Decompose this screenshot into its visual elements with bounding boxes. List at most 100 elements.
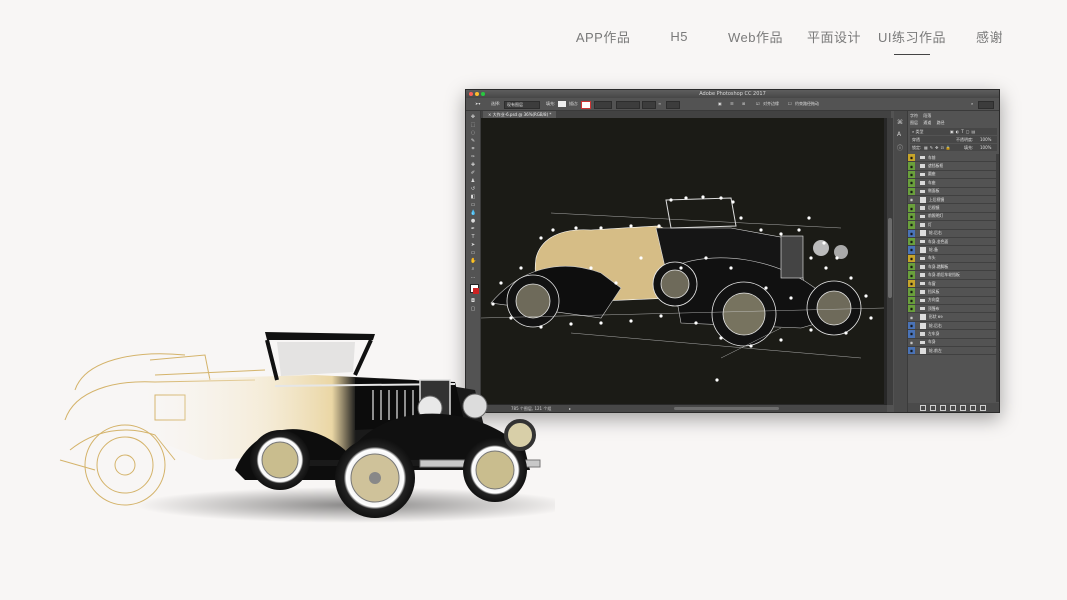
move-tool-icon[interactable]: ✥ (470, 115, 476, 120)
search-icon[interactable]: ⌕ (971, 98, 973, 110)
history-brush-tool-icon[interactable]: ↺ (470, 187, 476, 192)
visibility-eye-icon[interactable]: ◉ (908, 271, 915, 279)
tab-close-icon[interactable]: × (488, 112, 491, 117)
layer-row[interactable]: ◉ 轮-后右 (908, 321, 996, 331)
document-tab[interactable]: × 大作业-6.psd @ 36%(RGB/8) * (483, 111, 557, 118)
visibility-eye-icon[interactable]: ◉ (908, 321, 915, 330)
adjustment-layer-icon[interactable] (950, 405, 956, 411)
nav-item-graphic-design[interactable]: 平面设计 (807, 27, 861, 46)
visibility-eye-icon[interactable]: ◉ (908, 154, 915, 162)
close-window-button[interactable] (469, 92, 473, 96)
opacity-input[interactable]: 100% (980, 136, 991, 143)
character-panel-icon[interactable]: A (897, 131, 901, 138)
layer-row[interactable]: ◉ 侧面板 (908, 187, 996, 196)
visibility-eye-icon[interactable]: ◉ (908, 279, 915, 288)
layer-row[interactable]: ◉ 车身-踏脚板 (908, 263, 996, 272)
visibility-eye-icon[interactable]: ◉ (908, 346, 915, 355)
blend-mode-dropdown[interactable]: 穿透 (912, 136, 920, 143)
dodge-tool-icon[interactable]: ● (470, 219, 476, 224)
stroke-type-dropdown[interactable] (616, 101, 640, 109)
nav-item-app[interactable]: APP作品 (576, 27, 631, 46)
layer-row[interactable]: ◉ 车前 (908, 154, 996, 163)
eraser-tool-icon[interactable]: ◧ (470, 195, 476, 200)
layers-scrollbar[interactable] (996, 154, 999, 402)
layer-row[interactable]: ◉ 前照明灯 (908, 212, 996, 222)
path-select-tool-icon[interactable]: ➤ (470, 243, 476, 248)
marquee-tool-icon[interactable]: ⬚ (470, 123, 476, 128)
delete-layer-icon[interactable] (980, 405, 986, 411)
shape-tool-icon[interactable]: ▭ (470, 251, 476, 256)
hand-tool-icon[interactable]: ✋ (470, 259, 476, 264)
layer-row[interactable]: ◉ 轮-前左 (908, 346, 996, 356)
fill-swatch[interactable] (558, 101, 566, 107)
blur-tool-icon[interactable]: 💧 (470, 211, 476, 216)
visibility-eye-icon[interactable]: ◉ (908, 162, 915, 170)
layer-style-icon[interactable] (930, 405, 936, 411)
fill-input[interactable]: 100% (980, 144, 991, 151)
canvas-horizontal-scrollbar[interactable] (674, 407, 779, 410)
tab-paths[interactable]: 路径 (937, 120, 945, 125)
layer-row[interactable]: ◉ 上后视镜 (908, 195, 996, 205)
filter-icons[interactable]: ▣◐T▢▤ (950, 128, 977, 135)
layer-row[interactable]: ◉ 轮-后右 (908, 229, 996, 238)
layer-row[interactable]: ◉ 挡风板 (908, 288, 996, 297)
more-tools-icon[interactable]: … (470, 275, 476, 280)
status-arrow-icon[interactable]: ▸ (569, 405, 571, 412)
tab-paragraph[interactable]: 段落 (923, 113, 931, 118)
filter-kind-dropdown[interactable]: ⌕ 类型 (912, 128, 924, 135)
layer-row[interactable]: ◉ 灯 (908, 221, 996, 230)
history-panel-icon[interactable]: ⌘ (897, 119, 903, 126)
quick-mask-icon[interactable]: ◘ (470, 299, 476, 304)
quick-select-tool-icon[interactable]: ✎ (470, 139, 476, 144)
workspace-dropdown[interactable] (978, 101, 994, 109)
height-input[interactable] (666, 101, 680, 109)
pen-tool-icon[interactable]: ✒ (470, 227, 476, 232)
screen-mode-icon[interactable]: ▢ (470, 307, 476, 312)
scrollbar-thumb[interactable] (888, 218, 892, 298)
new-layer-icon[interactable] (970, 405, 976, 411)
visibility-eye-icon[interactable]: ◉ (908, 212, 915, 221)
new-group-icon[interactable] (960, 405, 966, 411)
add-mask-icon[interactable] (940, 405, 946, 411)
visibility-eye-icon[interactable]: ◉ (908, 296, 915, 305)
layer-row[interactable]: ◉ 遮挡板框 (908, 162, 996, 171)
layer-row[interactable]: ◉ 后视镜 (908, 204, 996, 213)
visibility-eye-icon[interactable]: ◉ (908, 195, 915, 204)
clone-stamp-tool-icon[interactable]: ♟ (470, 179, 476, 184)
layer-row[interactable]: ◉ 圆座 (908, 170, 996, 180)
move-tool-icon[interactable]: ➤▾ (475, 98, 480, 110)
layer-row[interactable]: ◉ 方向盘 (908, 296, 996, 306)
lock-icons[interactable]: ▦✎✥⊡🔒 (924, 144, 953, 151)
path-arrangement-icon[interactable]: ⊞ (742, 98, 745, 110)
stroke-width-input[interactable] (594, 101, 612, 109)
lasso-tool-icon[interactable]: ◌ (470, 131, 476, 136)
nav-item-web[interactable]: Web作品 (728, 27, 783, 46)
path-operations-icon[interactable]: ▣ (718, 98, 722, 110)
stroke-swatch[interactable] (581, 101, 591, 109)
visibility-eye-icon[interactable]: ◉ (908, 179, 915, 187)
minimize-window-button[interactable] (475, 92, 479, 96)
layer-row[interactable]: ◉ 车窗 (908, 279, 996, 289)
visibility-eye-icon[interactable]: ◉ (908, 338, 915, 346)
visibility-eye-icon[interactable]: ◉ (908, 313, 915, 321)
tab-layers[interactable]: 图层 (910, 120, 918, 125)
brush-tool-icon[interactable]: ✐ (470, 171, 476, 176)
visibility-eye-icon[interactable]: ◉ (908, 204, 915, 212)
visibility-eye-icon[interactable]: ◉ (908, 330, 915, 338)
visibility-eye-icon[interactable]: ◉ (908, 187, 915, 195)
visibility-eye-icon[interactable]: ◉ (908, 288, 915, 296)
layer-row[interactable]: ◉ 形状 69 (908, 313, 996, 322)
visibility-eye-icon[interactable]: ◉ (908, 170, 915, 179)
visibility-eye-icon[interactable]: ◉ (908, 229, 915, 237)
info-panel-icon[interactable]: ⓘ (897, 143, 903, 152)
nav-item-h5[interactable]: H5 (670, 29, 688, 44)
visibility-eye-icon[interactable]: ◉ (908, 246, 915, 254)
layer-row[interactable]: ◉ 顶篷布 (908, 305, 996, 314)
layer-row[interactable]: ◉ 车身 (908, 338, 996, 347)
visibility-eye-icon[interactable]: ◉ (908, 254, 915, 263)
layer-row[interactable]: ◉ 左车身 (908, 330, 996, 339)
nav-item-thanks[interactable]: 感谢 (976, 27, 1003, 46)
width-input[interactable] (642, 101, 656, 109)
link-icon[interactable]: ∞ (658, 98, 661, 110)
zoom-window-button[interactable] (481, 92, 485, 96)
